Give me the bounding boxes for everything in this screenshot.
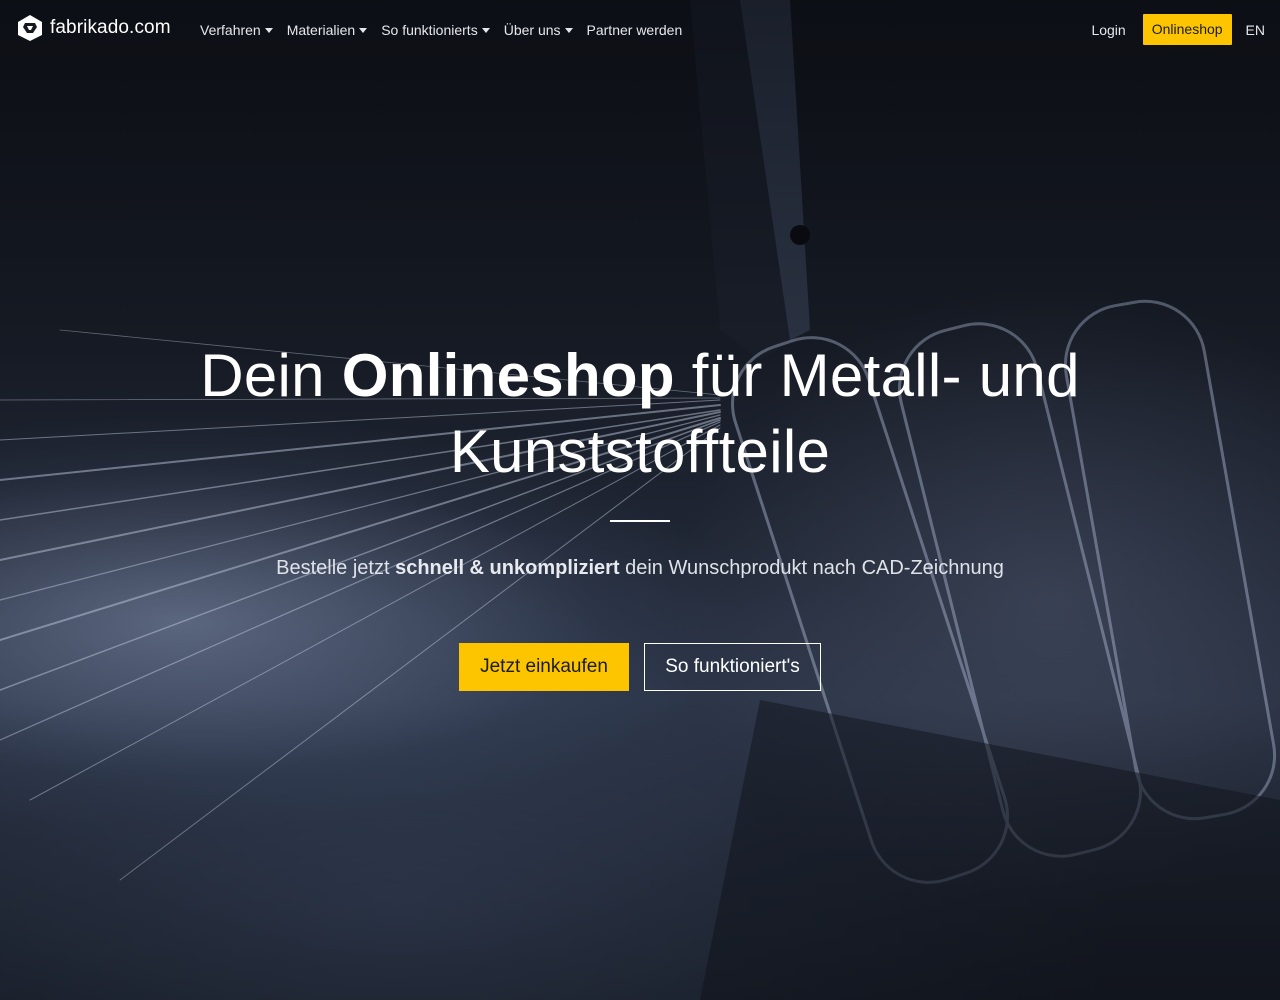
navbar: fabrikado.com Verfahren Materialien So f… bbox=[0, 0, 1280, 60]
onlineshop-button[interactable]: Onlineshop bbox=[1142, 14, 1232, 45]
nav-item-label: Materialien bbox=[286, 22, 356, 38]
nav-item-materialien[interactable]: Materialien bbox=[286, 22, 368, 38]
headline-divider bbox=[610, 520, 670, 522]
nav-item-verfahren[interactable]: Verfahren bbox=[200, 22, 273, 38]
nav-item-ueber-uns[interactable]: Über uns bbox=[504, 22, 573, 38]
hero-subline: Bestelle jetzt schnell & unkompliziert d… bbox=[140, 555, 1140, 581]
jetzt-einkaufen-button[interactable]: Jetzt einkaufen bbox=[459, 643, 629, 691]
nav-item-label: Über uns bbox=[503, 22, 561, 38]
nav-item-label: Verfahren bbox=[200, 22, 261, 38]
nav-item-label: So funktionierts bbox=[381, 22, 478, 38]
headline-text-1: Dein bbox=[200, 342, 342, 409]
hero-overlay bbox=[0, 0, 1280, 1000]
fabrikado-logo-icon bbox=[18, 15, 42, 41]
login-link[interactable]: Login bbox=[1091, 22, 1125, 38]
so-funktionierts-button[interactable]: So funktioniert's bbox=[644, 643, 821, 691]
subline-text-1: Bestelle jetzt bbox=[276, 557, 396, 579]
nav-item-label: Partner werden bbox=[586, 22, 683, 38]
caret-down-icon bbox=[264, 28, 273, 33]
subline-bold: schnell & unkompliziert bbox=[395, 557, 620, 579]
headline-text-2: für Metall- und bbox=[674, 342, 1080, 409]
caret-down-icon bbox=[564, 28, 573, 33]
headline-line-2: Kunststoffteile bbox=[449, 418, 831, 485]
logo-link[interactable]: fabrikado.com bbox=[16, 14, 171, 42]
caret-down-icon bbox=[359, 28, 368, 33]
headline-bold: Onlineshop bbox=[341, 342, 675, 409]
caret-down-icon bbox=[481, 28, 490, 33]
nav-right: Login Onlineshop EN bbox=[1091, 14, 1265, 45]
hero-section: fabrikado.com Verfahren Materialien So f… bbox=[0, 0, 1280, 1000]
hero-headline: Dein Onlineshop für Metall- und Kunststo… bbox=[140, 338, 1140, 490]
main-nav: Verfahren Materialien So funktionierts Ü… bbox=[200, 0, 696, 60]
language-switch[interactable]: EN bbox=[1246, 22, 1265, 38]
nav-item-so-funktionierts[interactable]: So funktionierts bbox=[381, 22, 490, 38]
subline-text-2: dein Wunschprodukt nach CAD-Zeichnung bbox=[619, 557, 1004, 579]
brand-name: fabrikado.com bbox=[50, 17, 171, 38]
nav-item-partner-werden[interactable]: Partner werden bbox=[587, 22, 683, 38]
